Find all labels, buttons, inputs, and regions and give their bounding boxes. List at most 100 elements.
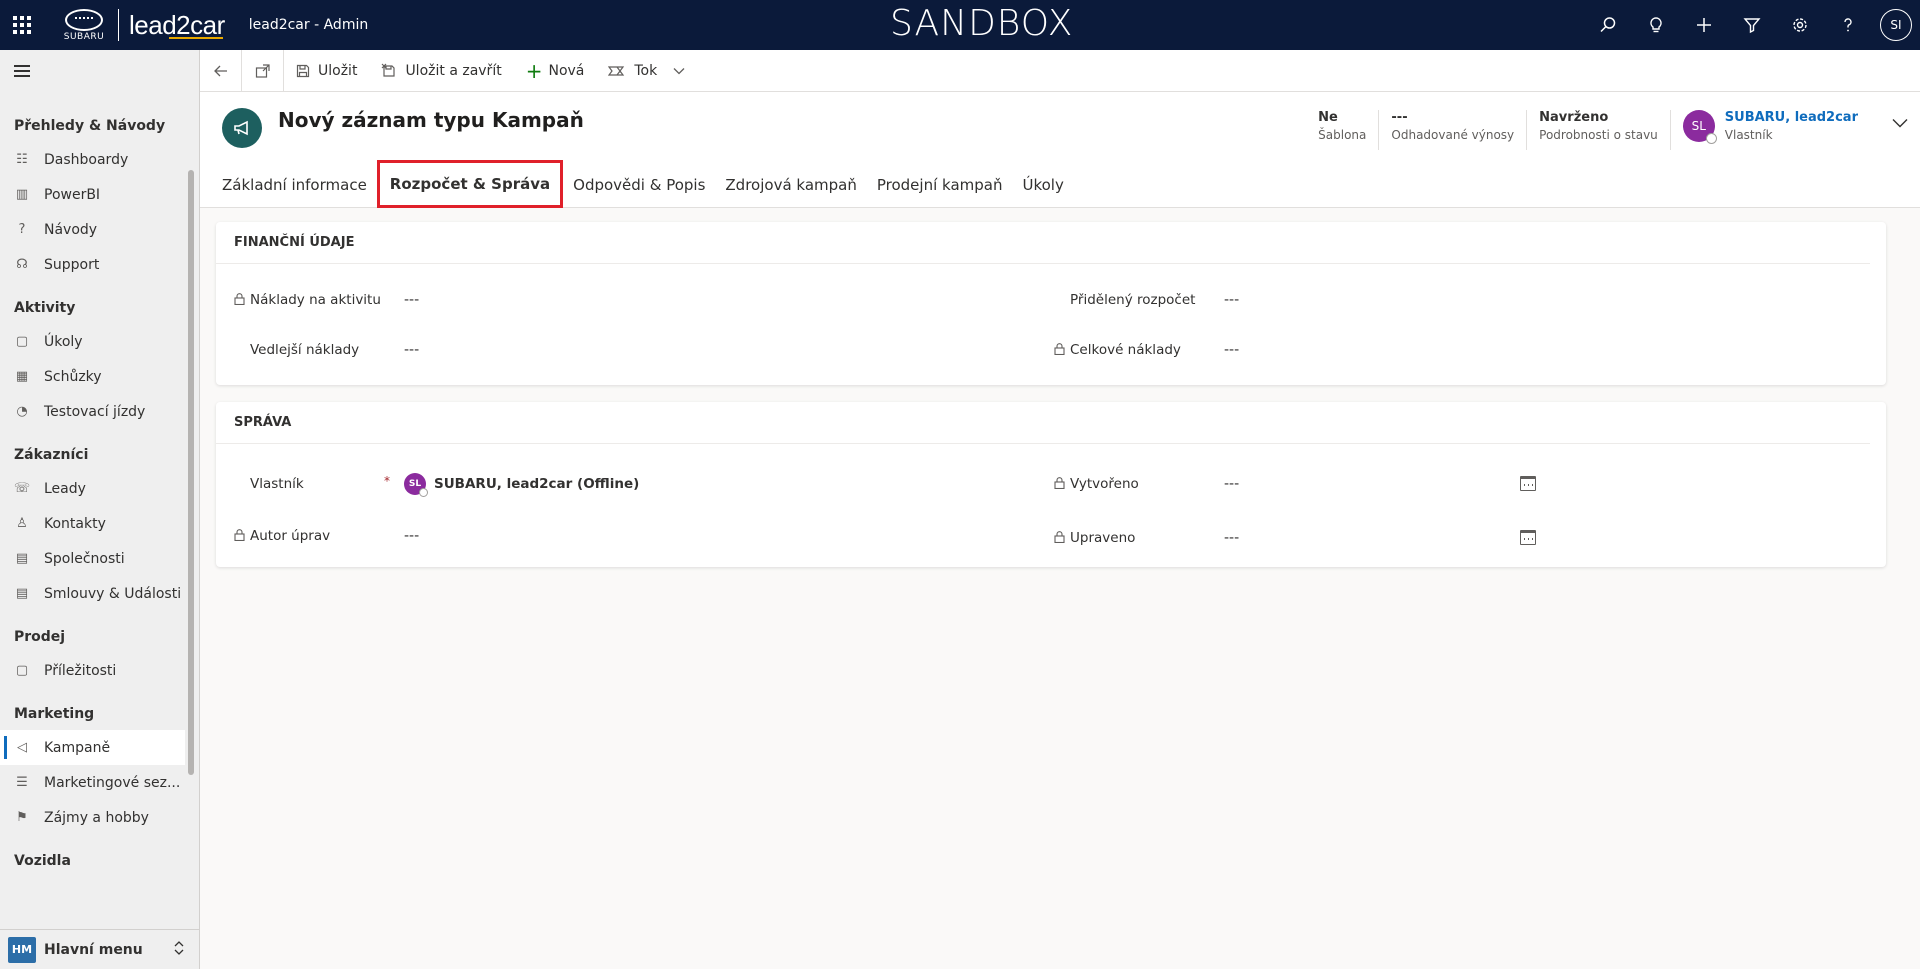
sidebar-item[interactable]: ⚑ Zájmy a hobby xyxy=(0,800,185,835)
save-button[interactable]: Uložit xyxy=(284,50,369,92)
record-header: Nový záznam typu Kampaň Ne Šablona --- O… xyxy=(200,92,1920,208)
user-avatar[interactable]: SI xyxy=(1880,9,1912,41)
tab[interactable]: Zdrojová kampaň xyxy=(715,164,866,206)
sidebar-item[interactable]: ? Návody xyxy=(0,212,185,247)
header-owner: SL SUBARU, lead2car Vlastník xyxy=(1671,110,1908,144)
modified-value[interactable]: --- xyxy=(1224,530,1239,546)
sidebar-scrollbar[interactable] xyxy=(188,170,194,775)
field-owner: Vlastník * SL SUBARU, lead2car (Offline) xyxy=(234,464,639,504)
required-indicator: * xyxy=(384,474,390,488)
sidebar-item-label: Kampaně xyxy=(44,739,111,756)
owner-link[interactable]: SUBARU, lead2car xyxy=(1725,110,1858,125)
gear-icon[interactable] xyxy=(1776,0,1824,50)
back-button[interactable] xyxy=(200,49,242,92)
modified-by-value[interactable]: --- xyxy=(404,528,419,544)
calendar-icon[interactable] xyxy=(1520,476,1536,491)
sidebar-item[interactable]: ☰ Marketingové sez... xyxy=(0,765,185,800)
top-icons: SI xyxy=(1584,0,1920,50)
sidebar-item[interactable]: ▢ Úkoly xyxy=(0,324,185,359)
sidebar-item[interactable]: ▢ Příležitosti xyxy=(0,653,185,688)
save-label: Uložit xyxy=(318,62,358,79)
field-label: Vedlejší náklady xyxy=(250,342,360,358)
chevron-down-icon xyxy=(1892,119,1908,128)
sidebar-item-label: Kontakty xyxy=(44,515,106,532)
save-close-icon xyxy=(382,63,396,77)
lightbulb-icon[interactable] xyxy=(1632,0,1680,50)
header-field-status-reason[interactable]: Navrženo Podrobnosti o stavu xyxy=(1527,110,1671,150)
sidebar-item-label: Úkoly xyxy=(44,333,83,350)
chevron-updown-icon xyxy=(173,940,185,960)
budget-value[interactable]: --- xyxy=(1224,292,1239,308)
field-modified-by: Autor úprav --- xyxy=(234,516,419,556)
sidebar-item[interactable]: ▤ Smlouvy & Události xyxy=(0,576,185,611)
help-icon[interactable] xyxy=(1824,0,1872,50)
sidebar-item[interactable]: ▦ Schůzky xyxy=(0,359,185,394)
field-modified-on: Upraveno --- xyxy=(1054,518,1554,558)
sidebar-group-title: Přehledy & Návody xyxy=(14,118,166,134)
calendar-icon: ▦ xyxy=(15,369,29,384)
megaphone-icon: ◁ xyxy=(17,740,27,755)
list-icon: ☰ xyxy=(16,775,28,790)
sidebar: Přehledy & Návody ☷ Dashboardy ▥ PowerBI? Náv… xyxy=(0,50,200,969)
search-icon[interactable] xyxy=(1584,0,1632,50)
lock-icon xyxy=(234,292,250,308)
tab[interactable]: Úkoly xyxy=(1012,164,1073,206)
sidebar-item[interactable]: ◔ Testovací jízdy xyxy=(0,394,185,429)
tab[interactable]: Rozpočet & Správa xyxy=(376,160,564,208)
sidebar-item[interactable]: ☊ Support xyxy=(0,247,185,282)
app-name[interactable]: lead2car - Admin xyxy=(249,17,368,33)
form-content: FINANČNÍ ÚDAJE Náklady na aktivitu --- V… xyxy=(200,208,1920,969)
expand-header-button[interactable] xyxy=(1892,112,1908,133)
popout-icon xyxy=(255,63,270,78)
app-launcher-icon[interactable] xyxy=(0,0,44,50)
header-field-estimated-revenue[interactable]: --- Odhadované výnosy xyxy=(1379,110,1528,150)
hamburger-menu-icon[interactable] xyxy=(0,50,199,92)
phone-person-icon: ☏ xyxy=(13,481,31,496)
field-label: Vytvořeno xyxy=(1070,476,1139,492)
created-value[interactable]: --- xyxy=(1224,476,1239,492)
field-allocated-budget: Přidělený rozpočet --- xyxy=(1054,280,1239,320)
field-label: Náklady na aktivitu xyxy=(250,292,381,308)
sidebar-item[interactable]: ▤ Společnosti xyxy=(0,541,185,576)
header-field-template[interactable]: Ne Šablona xyxy=(1306,110,1380,150)
brand-divider xyxy=(118,9,119,41)
sidebar-item[interactable]: ☏ Leady xyxy=(0,471,185,506)
plus-icon: + xyxy=(525,58,543,83)
page-title: Nový záznam typu Kampaň xyxy=(278,108,584,132)
new-button[interactable]: + Nová xyxy=(514,50,597,92)
lock-icon xyxy=(1054,476,1070,492)
calendar-icon[interactable] xyxy=(1520,530,1536,545)
sidebar-item[interactable]: ◁ Kampaně xyxy=(0,730,185,765)
filter-icon[interactable] xyxy=(1728,0,1776,50)
sidebar-item-label: Support xyxy=(44,256,100,273)
sidebar-item-label: Zájmy a hobby xyxy=(44,809,149,826)
tab[interactable]: Základní informace xyxy=(212,164,377,206)
save-close-button[interactable]: Uložit a zavřít xyxy=(369,50,513,92)
plus-icon[interactable] xyxy=(1680,0,1728,50)
sidebar-item[interactable]: ♙ Kontakty xyxy=(0,506,185,541)
main-menu-switcher[interactable]: HM Hlavní menu xyxy=(0,929,199,969)
open-new-window-button[interactable] xyxy=(242,49,284,92)
tab[interactable]: Odpovědi & Popis xyxy=(563,164,715,206)
flow-icon xyxy=(608,65,625,76)
sidebar-item-label: Schůzky xyxy=(44,368,102,385)
save-icon xyxy=(296,64,310,77)
save-close-label: Uložit a zavřít xyxy=(405,62,502,79)
field-created-on: Vytvořeno --- xyxy=(1054,464,1554,504)
sidebar-item-label: Testovací jízdy xyxy=(44,403,146,420)
field-activity-cost: Náklady na aktivitu --- xyxy=(234,280,419,320)
total-cost-value[interactable]: --- xyxy=(1224,342,1239,358)
owner-lookup[interactable]: SL SUBARU, lead2car (Offline) xyxy=(404,473,639,497)
administration-section: SPRÁVA Vlastník * SL SUBARU, lead2car (O… xyxy=(216,402,1886,567)
sidebar-item-label: PowerBI xyxy=(44,186,101,203)
section-title: FINANČNÍ ÚDAJE xyxy=(216,222,1870,264)
sidebar-item[interactable]: ☷ Dashboardy xyxy=(0,142,185,177)
flow-button[interactable]: Tok xyxy=(596,50,697,92)
activity-cost-value[interactable]: --- xyxy=(404,292,419,308)
misc-cost-value[interactable]: --- xyxy=(404,342,419,358)
tab[interactable]: Prodejní kampaň xyxy=(867,164,1013,206)
field-label: Upraveno xyxy=(1070,530,1136,546)
owner-avatar: SL xyxy=(404,473,428,497)
sidebar-item[interactable]: ▥ PowerBI xyxy=(0,177,185,212)
arrow-left-icon xyxy=(213,65,227,76)
